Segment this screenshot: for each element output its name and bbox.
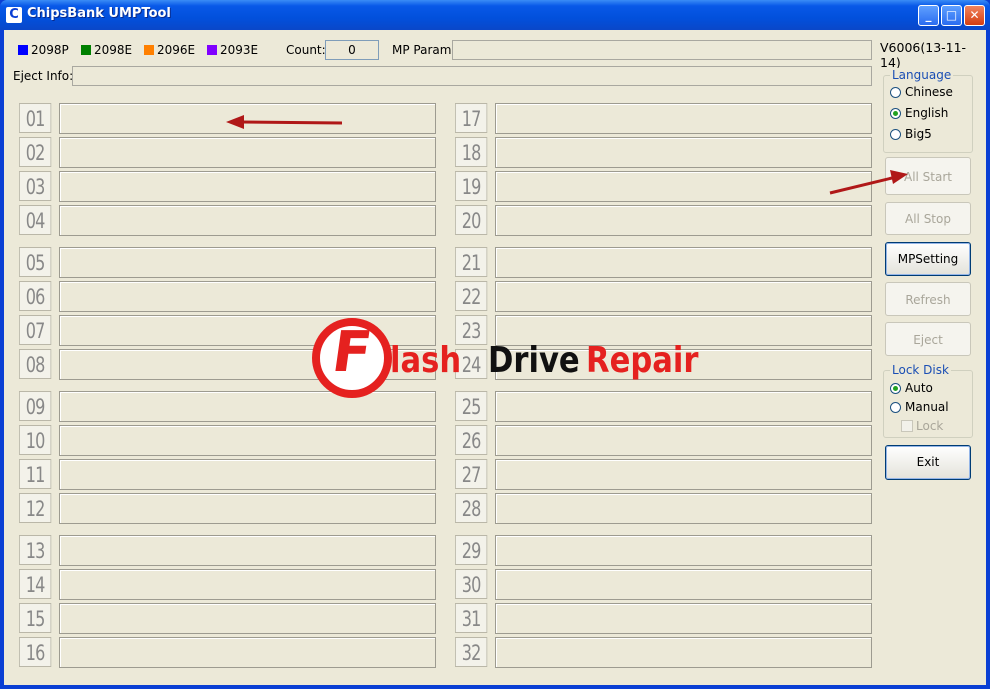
client-area: 2098P 2098E 2096E 2093E Count: 0 MP Param: … xyxy=(4,30,986,685)
close-button[interactable]: ✕ xyxy=(964,5,985,26)
minimize-button[interactable]: _ xyxy=(918,5,939,26)
annotation-arrows xyxy=(226,115,908,195)
title-bar: C ChipsBank UMPTool _ □ ✕ xyxy=(0,0,990,30)
app-icon: C xyxy=(6,7,22,23)
maximize-button[interactable]: □ xyxy=(941,5,962,26)
arrow-to-all-start-icon xyxy=(829,170,908,195)
app-window: C ChipsBank UMPTool _ □ ✕ 2098P 2098E 2096… xyxy=(0,0,990,689)
arrow-to-slot-01-icon xyxy=(226,115,343,129)
window-title: ChipsBank UMPTool xyxy=(27,6,171,21)
